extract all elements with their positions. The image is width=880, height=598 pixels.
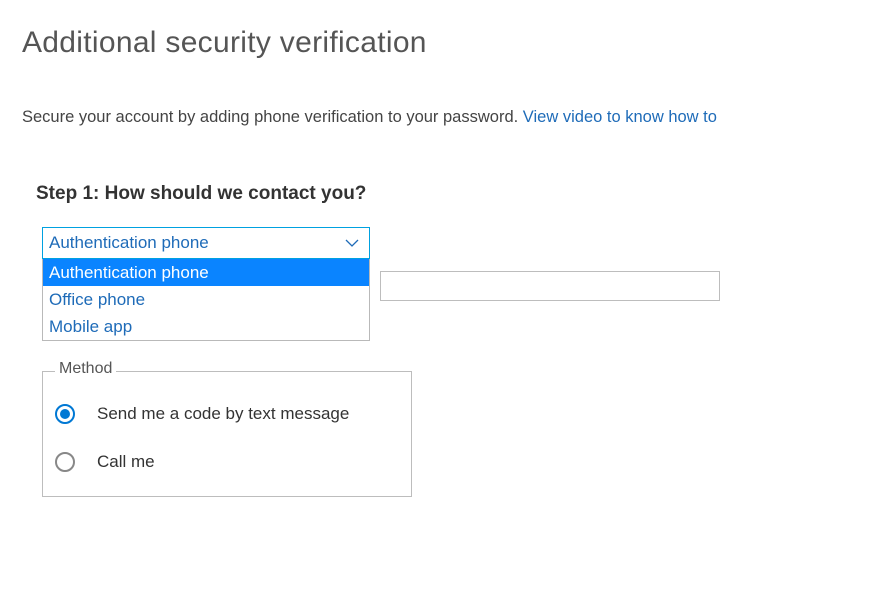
radio-text-message-label: Send me a code by text message: [97, 404, 349, 424]
method-fieldset: Method Send me a code by text message Ca…: [42, 371, 412, 497]
method-option-text-message[interactable]: Send me a code by text message: [55, 390, 399, 438]
method-option-call-me[interactable]: Call me: [55, 438, 399, 486]
dropdown-option-office-phone[interactable]: Office phone: [43, 286, 369, 313]
contact-method-dropdown-button[interactable]: Authentication phone: [42, 227, 370, 259]
phone-number-input[interactable]: [380, 271, 720, 301]
contact-method-selected-label: Authentication phone: [49, 233, 209, 253]
page-title: Additional security verification: [22, 26, 880, 60]
intro-text: Secure your account by adding phone veri…: [22, 108, 880, 127]
dropdown-option-mobile-app[interactable]: Mobile app: [43, 313, 369, 340]
contact-method-dropdown[interactable]: Authentication phone Authentication phon…: [42, 227, 370, 259]
step1-heading: Step 1: How should we contact you?: [36, 183, 880, 205]
radio-call-me-label: Call me: [97, 452, 155, 472]
method-legend: Method: [55, 360, 116, 378]
chevron-down-icon: [345, 239, 359, 248]
intro-video-link[interactable]: View video to know how to: [523, 108, 717, 126]
intro-text-static: Secure your account by adding phone veri…: [22, 108, 523, 126]
radio-call-me[interactable]: [55, 452, 75, 472]
dropdown-option-authentication-phone[interactable]: Authentication phone: [43, 259, 369, 286]
radio-text-message[interactable]: [55, 404, 75, 424]
contact-method-dropdown-list: Authentication phone Office phone Mobile…: [42, 259, 370, 341]
